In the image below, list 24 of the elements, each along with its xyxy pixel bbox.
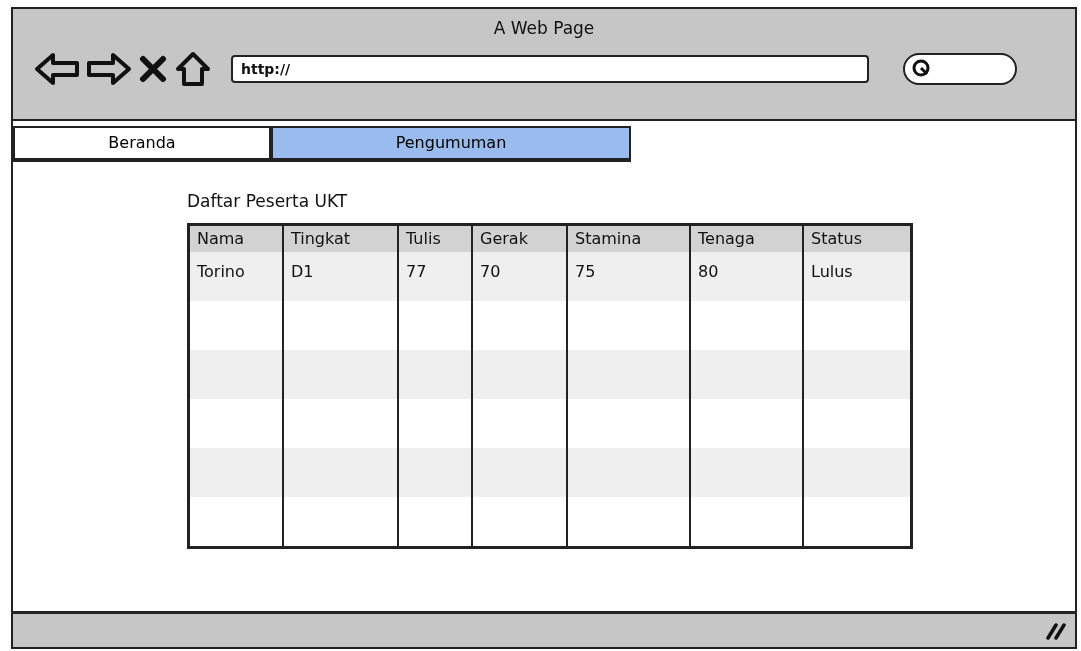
- window-title: A Web Page: [492, 17, 596, 39]
- column-header: Tingkat: [284, 225, 399, 252]
- tab[interactable]: Pengumuman: [271, 126, 631, 162]
- back-icon[interactable]: [35, 52, 79, 86]
- address-field[interactable]: http://: [231, 55, 869, 83]
- table-cell: 80: [691, 251, 804, 301]
- tab[interactable]: Beranda: [13, 126, 271, 162]
- column-header: Tenaga: [691, 225, 804, 252]
- table-cell: 75: [568, 251, 691, 301]
- close-icon[interactable]: [139, 55, 167, 83]
- column-header: Nama: [190, 225, 284, 252]
- table-title: Daftar Peserta UKT: [187, 190, 349, 213]
- column-header: Gerak: [473, 225, 568, 252]
- table-cell: 70: [473, 251, 568, 301]
- table-cell: D1: [284, 251, 399, 301]
- column-header: Stamina: [568, 225, 691, 252]
- column-header: Tulis: [399, 225, 473, 252]
- table-cell: Torino: [190, 251, 284, 301]
- resize-grip-icon[interactable]: [1045, 621, 1067, 640]
- forward-icon[interactable]: [87, 52, 131, 86]
- search-field[interactable]: [903, 53, 1017, 85]
- table-cell: Lulus: [804, 251, 910, 301]
- column-header: Status: [804, 225, 910, 252]
- table-cell: 77: [399, 251, 473, 301]
